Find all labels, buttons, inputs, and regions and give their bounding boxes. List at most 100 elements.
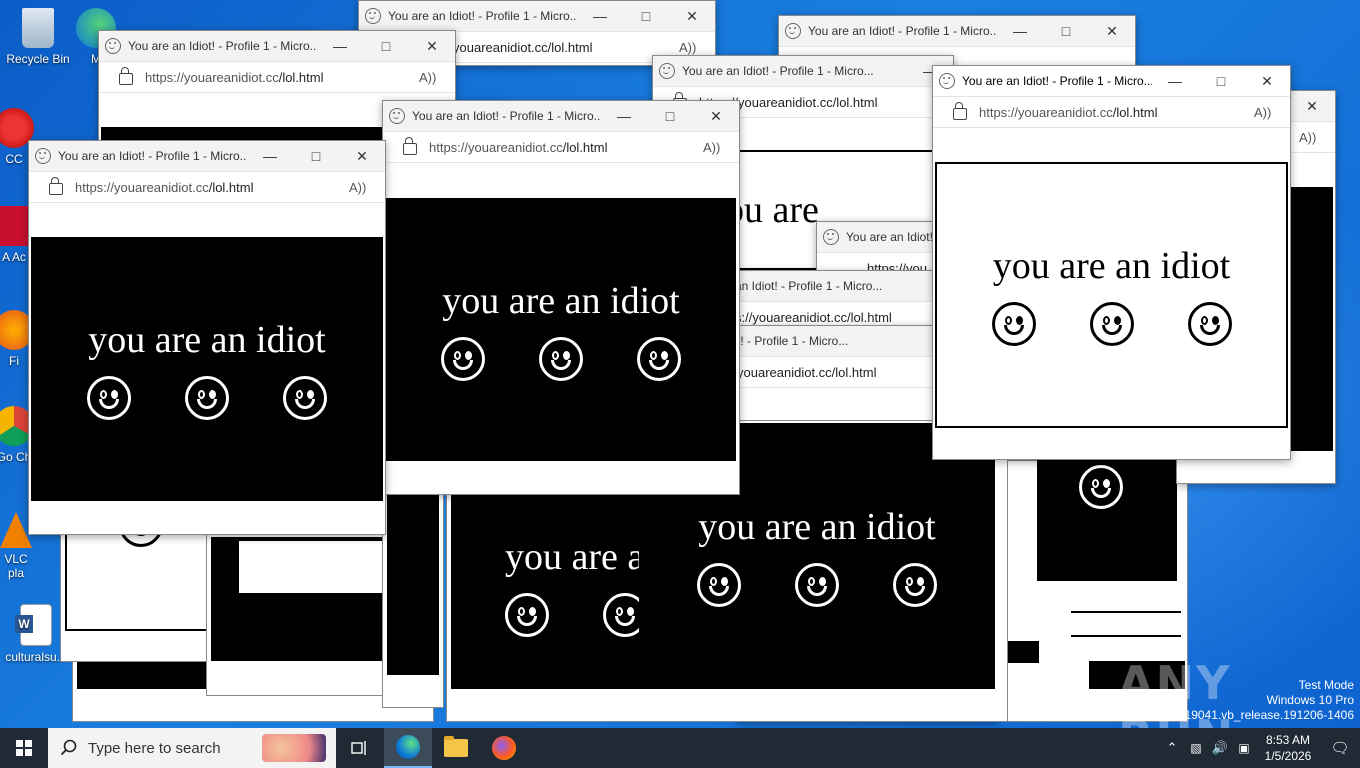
minimize-button[interactable]: — bbox=[1152, 73, 1198, 89]
read-aloud-icon[interactable]: A)) bbox=[703, 140, 739, 155]
address-bar[interactable]: https://youareanidiot.cc/lol.html A)) bbox=[99, 62, 455, 93]
window-title: an Idiot! - Profile 1 - Micro... bbox=[735, 279, 883, 293]
smiley-icon bbox=[1187, 302, 1232, 346]
close-button[interactable]: ✕ bbox=[1289, 98, 1335, 115]
lock-icon bbox=[119, 67, 133, 85]
maximize-button[interactable]: □ bbox=[1198, 73, 1244, 89]
favicon-icon bbox=[105, 38, 121, 54]
desktop-icon-label: Recycle Bin bbox=[6, 52, 70, 66]
idiot-text: you are an idiot bbox=[442, 279, 680, 322]
maximize-button[interactable]: □ bbox=[293, 148, 339, 164]
read-aloud-icon[interactable]: A)) bbox=[1299, 130, 1335, 145]
network-icon[interactable]: ▧ bbox=[1184, 741, 1208, 755]
display-icon[interactable]: ▣ bbox=[1232, 741, 1256, 755]
close-button[interactable]: ✕ bbox=[693, 108, 739, 125]
favicon-icon bbox=[365, 8, 381, 24]
edge-taskbar-button[interactable] bbox=[384, 728, 432, 768]
smiley-icon bbox=[185, 376, 229, 420]
page-stage bbox=[1037, 451, 1177, 581]
window-title: You are an Idiot! - Profile 1 - Micro... bbox=[58, 149, 247, 163]
maximize-button[interactable]: □ bbox=[1043, 23, 1089, 39]
start-button[interactable] bbox=[0, 728, 48, 768]
title-bar[interactable]: an Idiot! - Profile 1 - Micro... bbox=[731, 271, 941, 302]
window-title: You are an Idiot! - Profile 1 - Micro... bbox=[128, 39, 317, 53]
page-stage: you are an idiot bbox=[386, 198, 736, 461]
close-button[interactable]: ✕ bbox=[1244, 73, 1290, 90]
minimize-button[interactable]: — bbox=[577, 8, 623, 24]
favicon-icon bbox=[823, 229, 839, 245]
taskbar: Type here to search ⌃ ▧ 🔊 ▣ 8:53 AM 1/5/… bbox=[0, 728, 1360, 768]
browser-window-active[interactable]: You are an Idiot! - Profile 1 - Micro...… bbox=[932, 65, 1291, 460]
window-title: You are an Idiot! - Profile 1 - Micro... bbox=[412, 109, 601, 123]
clock[interactable]: 8:53 AM 1/5/2026 bbox=[1256, 732, 1320, 764]
title-bar[interactable]: You are an Idiot! - Profile 1 - Micro...… bbox=[653, 56, 953, 87]
title-bar[interactable]: You are an Idiot! - Profile 1 - Micro...… bbox=[779, 16, 1135, 47]
address-bar[interactable]: https://youareanidiot.cc/lol.html A)) bbox=[29, 172, 385, 203]
close-button[interactable]: ✕ bbox=[1089, 23, 1135, 40]
smiley-icon bbox=[505, 593, 549, 637]
lock-icon bbox=[953, 102, 967, 120]
smiley-row bbox=[697, 563, 937, 607]
minimize-button[interactable]: — bbox=[997, 23, 1043, 39]
url-text[interactable]: https://youareanidiot.cc/lol.html bbox=[145, 70, 419, 85]
browser-window[interactable]: You are an Idiot! - Profile 1 - Micro...… bbox=[28, 140, 386, 535]
address-bar[interactable]: https://youareanidiot.cc/lol.html A)) bbox=[383, 132, 739, 163]
smiley-icon bbox=[539, 336, 583, 381]
close-button[interactable]: ✕ bbox=[409, 38, 455, 55]
page-stage bbox=[387, 495, 439, 675]
title-bar[interactable]: You are an Idiot! - Profile 1 - Micro...… bbox=[29, 141, 385, 172]
smiley-icon bbox=[441, 336, 485, 381]
window-title: You are an Idiot! - Profile 1 - Micro... bbox=[388, 9, 577, 23]
title-bar[interactable]: You are an Idiot! - Profile 1 - Micro...… bbox=[359, 1, 715, 32]
search-box[interactable]: Type here to search bbox=[48, 728, 336, 768]
smiley-icon bbox=[87, 376, 131, 420]
folder-icon bbox=[444, 736, 468, 757]
url-text[interactable]: youareanidiot.cc/lol.html bbox=[453, 40, 679, 55]
title-bar[interactable]: You are an Idiot! - Profile 1 - Micro...… bbox=[383, 101, 739, 132]
url-text[interactable]: s://youareanidiot.cc/lol.html bbox=[731, 310, 941, 325]
title-bar[interactable]: You are an Idiot! - Profile 1 - Micro...… bbox=[99, 31, 455, 62]
watermark-line: Windows 10 Pro bbox=[1266, 693, 1354, 707]
test-mode-watermark: Test Mode Windows 10 Pro Build 19041.vb_… bbox=[1155, 678, 1355, 723]
maximize-button[interactable]: □ bbox=[623, 8, 669, 24]
clock-time: 8:53 AM bbox=[1265, 733, 1311, 747]
minimize-button[interactable]: — bbox=[601, 108, 647, 124]
firefox-taskbar-button[interactable] bbox=[480, 728, 528, 768]
search-highlight-icon bbox=[262, 734, 326, 762]
title-bar[interactable]: You are an Idiot! - Profile 1 - Micro...… bbox=[933, 66, 1290, 97]
url-text[interactable]: https://youareanidiot.cc/lol.html bbox=[429, 140, 703, 155]
read-aloud-icon[interactable]: A)) bbox=[419, 70, 455, 85]
background-window[interactable] bbox=[206, 520, 391, 696]
smiley-row bbox=[87, 376, 327, 420]
background-window[interactable] bbox=[382, 494, 444, 708]
address-bar[interactable]: https://youareanidiot.cc/lol.html A)) bbox=[933, 97, 1290, 128]
read-aloud-icon[interactable]: A)) bbox=[349, 180, 385, 195]
page-stage bbox=[237, 539, 391, 595]
watermark-line: Build 19041.vb_release.191206-1406 bbox=[1154, 708, 1355, 722]
close-button[interactable]: ✕ bbox=[669, 8, 715, 25]
window-title: You are an Idiot! - Profile 1 - Micro... bbox=[808, 24, 997, 38]
url-text[interactable]: https://youareanidiot.cc/lol.html bbox=[75, 180, 349, 195]
minimize-button[interactable]: — bbox=[317, 38, 363, 54]
chevron-up-icon[interactable]: ⌃ bbox=[1160, 740, 1184, 756]
desktop: Recycle Bin M CC A Ac Fi Go Ch VLC pla W… bbox=[0, 0, 1360, 728]
read-aloud-icon[interactable]: A)) bbox=[679, 40, 715, 55]
window-title: You are an Idiot! - Profile 1 - Micro... bbox=[682, 64, 874, 78]
close-button[interactable]: ✕ bbox=[339, 148, 385, 165]
maximize-button[interactable]: □ bbox=[363, 38, 409, 54]
smiley-icon bbox=[637, 336, 681, 381]
file-explorer-taskbar-button[interactable] bbox=[432, 728, 480, 768]
browser-window[interactable]: You are an Idiot! - Profile 1 - Micro...… bbox=[382, 100, 740, 495]
read-aloud-icon[interactable]: A)) bbox=[1254, 105, 1290, 120]
recycle-bin-glyph bbox=[22, 8, 54, 48]
smiley-icon bbox=[795, 563, 839, 607]
task-view-button[interactable] bbox=[336, 728, 384, 768]
url-text[interactable]: https://youareanidiot.cc/lol.html bbox=[979, 105, 1254, 120]
recycle-bin-icon[interactable]: Recycle Bin bbox=[2, 8, 74, 66]
maximize-button[interactable]: □ bbox=[647, 108, 693, 124]
edge-icon bbox=[396, 735, 420, 759]
minimize-button[interactable]: — bbox=[247, 148, 293, 164]
notification-icon[interactable]: 🗨 bbox=[1320, 739, 1360, 757]
page-stage: you are an idiot bbox=[31, 237, 383, 501]
volume-icon[interactable]: 🔊 bbox=[1208, 740, 1232, 756]
